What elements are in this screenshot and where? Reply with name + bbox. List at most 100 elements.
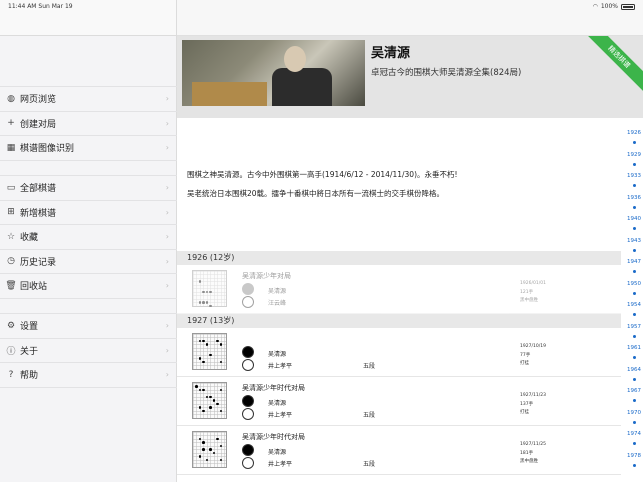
board-stone <box>198 388 202 392</box>
game-result: 黑中盘胜 <box>520 459 538 464</box>
board-stone <box>205 290 209 294</box>
year-index-item[interactable]: 1967 <box>621 388 641 394</box>
board-stone <box>209 395 212 399</box>
sidebar-item-label: 全部棋谱 <box>20 184 57 195</box>
star-icon: ☆ <box>6 231 16 242</box>
sidebar-item-star[interactable]: ☆ 收藏 › <box>0 225 177 250</box>
year-index-dot <box>633 313 636 316</box>
white-player-name: 井上孝平 <box>268 461 293 468</box>
year-index-item[interactable]: 1964 <box>621 367 641 373</box>
year-index-dot <box>633 356 636 359</box>
status-bar: 11:44 AM Sun Mar 19 ◠ 100% <box>0 0 643 12</box>
game-moves: 121手 <box>520 290 534 295</box>
status-time: 11:44 AM Sun Mar 19 <box>8 3 73 10</box>
year-index-item[interactable]: 1936 <box>621 195 641 201</box>
board-stone <box>198 406 202 409</box>
year-index-item[interactable]: 1940 <box>621 216 641 222</box>
chevron-right-icon: › <box>165 118 169 128</box>
collection-subtitle: 卓冠古今的围棋大师吴清源全集(824局) <box>371 68 522 78</box>
photo-figure <box>272 68 332 106</box>
game-title: 吴清源少年时代对局 <box>242 433 305 441</box>
year-index[interactable]: 1926 1929 1933 1936 1940 1943 1947 1950 1954 1957… <box>621 126 643 471</box>
help-icon: ? <box>8 369 14 380</box>
game-date: 1926/01/01 <box>520 281 546 286</box>
sidebar-item-trash[interactable]: 🗑 回收站 › <box>0 274 177 299</box>
year-index-item[interactable]: 1933 <box>621 173 641 179</box>
year-index-item[interactable]: 1950 <box>621 281 641 287</box>
board-stone <box>205 301 209 304</box>
year-index-dot <box>633 248 636 252</box>
board-stone <box>202 290 205 294</box>
featured-ribbon: 精选棋谱 <box>581 36 643 95</box>
board-stone <box>202 448 205 451</box>
game-result: 黑中盘胜 <box>520 298 538 303</box>
game-row[interactable]: 吴清源 井上孝平 五段 1927/10/19 77手 打挂 <box>177 328 621 377</box>
sidebar-group-2: ▭ 全部棋谱 › ⊞ 新增棋谱 › ☆ 收藏 › ◷ 历史记录 › 🗑 回收站 › <box>0 175 177 299</box>
year-index-item[interactable]: 1974 <box>621 431 641 437</box>
white-stone-icon <box>242 457 254 469</box>
sidebar-item-plus[interactable]: + 创建对局 › <box>0 112 177 136</box>
year-index-dot <box>633 270 636 273</box>
board-stone <box>209 448 212 451</box>
chevron-right-icon: › <box>165 345 169 355</box>
board-thumbnail <box>192 270 227 308</box>
white-player-name: 井上孝平 <box>268 412 293 419</box>
black-stone-icon <box>242 346 254 358</box>
year-index-dot <box>633 442 636 445</box>
sidebar-item-add-record[interactable]: ⊞ 新增棋谱 › <box>0 201 177 225</box>
year-index-item[interactable]: 1970 <box>621 410 641 416</box>
board-thumbnail <box>192 431 227 468</box>
year-index-item[interactable]: 1978 <box>621 453 641 459</box>
chevron-right-icon: › <box>165 183 169 192</box>
trash-icon: 🗑 <box>5 280 17 291</box>
board-stone <box>219 360 223 364</box>
board-stone <box>212 399 216 402</box>
sidebar-item-label: 关于 <box>20 346 39 357</box>
game-date: 1927/11/25 <box>520 442 546 447</box>
game-row[interactable]: 吴清源少年时代对局 吴清源 井上孝平 五段 1927/11/23 137手 打挂 <box>177 377 621 426</box>
sidebar-item-globe[interactable]: ◍ 网页浏览 › <box>0 87 177 112</box>
year-index-dot <box>633 399 636 402</box>
year-index-item[interactable]: 1961 <box>621 345 641 351</box>
board-stone <box>219 343 223 346</box>
sidebar-item-label: 棋谱图像识别 <box>20 144 75 155</box>
year-index-dot <box>633 377 636 381</box>
battery-icon <box>621 3 635 10</box>
year-index-item[interactable]: 1947 <box>621 259 641 265</box>
year-index-item[interactable]: 1929 <box>621 152 641 158</box>
board-stone <box>202 409 205 413</box>
game-title: 吴清源少年时代对局 <box>242 384 305 392</box>
sidebar-item-folder[interactable]: ▭ 全部棋谱 › <box>0 176 177 201</box>
grid-icon: ▦ <box>6 142 16 153</box>
sidebar-item-info[interactable]: ⓘ 关于 › <box>0 339 177 363</box>
black-player-name: 吴清源 <box>268 351 287 358</box>
board-stone <box>219 458 223 462</box>
black-stone-icon <box>242 283 254 295</box>
sidebar-item-grid[interactable]: ▦ 棋谱图像识别 › <box>0 136 177 161</box>
game-row[interactable]: 吴清源少年对局 吴清源 汪云峰 1926/01/01 121手 黑中盘胜 <box>177 265 621 314</box>
board-stone <box>219 409 223 413</box>
year-index-dot <box>633 141 636 144</box>
info-icon: ⓘ <box>6 346 16 357</box>
board-stone <box>205 458 209 462</box>
sidebar-item-clock[interactable]: ◷ 历史记录 › <box>0 250 177 274</box>
battery-indicator: ◠ 100% <box>593 3 635 10</box>
sidebar-item-help[interactable]: ? 帮助 › <box>0 363 177 388</box>
intro-line-2: 吴老统治日本围棋20载。擂争十番棋中將日本所有一流棋士的交手棋份降格。 <box>187 189 445 198</box>
year-index-item[interactable]: 1943 <box>621 238 641 244</box>
game-row[interactable]: 吴清源少年时代对局 吴清源 井上孝平 五段 1927/11/25 181手 黑中盘胜 <box>177 426 621 475</box>
intro-line-1: 围棋之神吴清源。古今中外围棋第一高手(1914/6/12 - 2014/11/3… <box>187 170 458 179</box>
year-index-item[interactable]: 1957 <box>621 324 641 330</box>
black-stone-icon <box>242 395 254 407</box>
board-thumbnail <box>192 333 227 370</box>
photo-face <box>284 46 306 72</box>
year-index-item[interactable]: 1954 <box>621 302 641 308</box>
plus-icon: + <box>7 118 15 129</box>
sidebar-item-label: 新增棋谱 <box>20 208 57 219</box>
sidebar-item-label: 设置 <box>20 322 39 333</box>
year-index-item[interactable]: 1926 <box>621 130 641 136</box>
sidebar-item-gear[interactable]: ⚙ 设置 › <box>0 314 177 339</box>
board-stone <box>202 301 205 304</box>
white-player-name: 汪云峰 <box>268 300 287 307</box>
year-section-header: 1927 (13岁) <box>177 314 621 328</box>
